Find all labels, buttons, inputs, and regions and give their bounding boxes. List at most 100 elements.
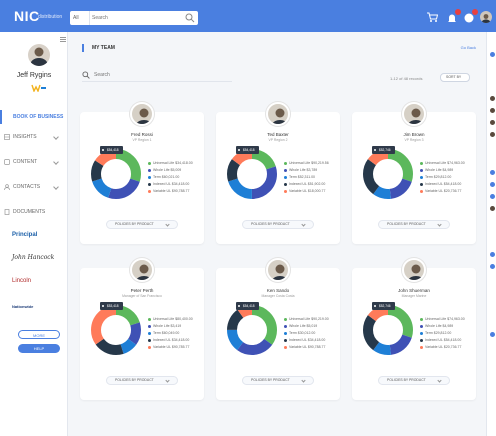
legend-item: Term $60,021.00 — [148, 174, 204, 181]
go-back-link[interactable]: Go Back — [461, 45, 476, 50]
legend-label: Variable UL $20,736.77 — [425, 345, 462, 349]
carrier-principal-logo[interactable]: Principal — [12, 232, 37, 238]
legend-label: Whole Life $4,989 — [425, 168, 454, 172]
member-name[interactable]: John Shuerman — [352, 288, 476, 293]
carrier-john-hancock-logo[interactable]: John Hancock — [12, 254, 54, 261]
carrier-lincoln-logo[interactable]: Lincoln — [12, 278, 31, 284]
rail-indicator[interactable] — [490, 194, 495, 199]
member-name[interactable]: Fred Rossi — [80, 132, 204, 137]
nav-contacts[interactable]: CONTACTS — [0, 180, 68, 194]
rail-indicator[interactable] — [490, 264, 495, 269]
contacts-icon — [4, 184, 10, 190]
member-avatar[interactable] — [402, 258, 426, 282]
member-name[interactable]: Peter Perth — [80, 288, 204, 293]
rail-indicator[interactable] — [490, 252, 495, 257]
policies-by-product-button[interactable]: POLICIES BY PRODUCT — [106, 376, 178, 385]
policies-by-product-button[interactable]: POLICIES BY PRODUCT — [242, 220, 314, 229]
rail-indicator[interactable] — [490, 120, 495, 125]
member-avatar[interactable] — [130, 258, 154, 282]
top-bar: NIC distribution All — [0, 0, 496, 32]
app-logo[interactable]: NIC — [14, 8, 40, 24]
legend-item: Whole Life $3,789 — [284, 167, 340, 174]
messages-icon[interactable] — [463, 9, 478, 23]
policies-by-product-button[interactable]: POLICIES BY PRODUCT — [378, 376, 450, 385]
help-button[interactable]: HELP — [18, 344, 60, 353]
total-value-badge: $53,418 — [100, 302, 123, 310]
member-role: Manager Costa Costa — [261, 294, 295, 298]
nav-content[interactable]: CONTENT — [0, 155, 68, 169]
member-name[interactable]: Ken Sando — [216, 288, 340, 293]
team-member-card[interactable]: Fred Rossi VP Region 1 $54,418 Universal… — [80, 102, 204, 244]
policies-by-product-button[interactable]: POLICIES BY PRODUCT — [242, 376, 314, 385]
chevron-down-icon — [437, 222, 442, 227]
nav-insights[interactable]: INSIGHTS — [0, 130, 68, 144]
chart-legend: Universal Life $34,418.00 Whole Life $5,0… — [148, 160, 204, 195]
rail-indicator[interactable] — [490, 170, 495, 175]
legend-swatch — [148, 317, 151, 321]
nav-book-of-business[interactable]: BOOK OF BUSINESS — [0, 110, 68, 124]
member-role: VP Region 2 — [268, 138, 288, 142]
menu-icon[interactable] — [60, 37, 66, 42]
team-member-card[interactable]: John Shuerman Manager Marine $52,746 Uni… — [352, 258, 476, 400]
legend-label: Term $60,021.00 — [153, 175, 180, 179]
team-search-input[interactable] — [94, 69, 224, 81]
legend-item: Indexed UL $34,418.00 — [284, 337, 340, 344]
team-member-card[interactable]: Ted Baxter VP Region 2 $54,418 Universal… — [216, 102, 340, 244]
message-badge — [472, 9, 478, 15]
legend-item: Universal Life $74,963.00 — [420, 160, 476, 167]
rail-indicator[interactable] — [490, 206, 495, 211]
profile-avatar[interactable] — [28, 44, 50, 66]
legend-label: Whole Life $3,789 — [289, 168, 318, 172]
content-icon — [4, 159, 10, 165]
legend-swatch — [284, 168, 287, 172]
app-root: NIC distribution All Jeff Rygins BOOK OF… — [0, 0, 496, 436]
rail-indicator[interactable] — [490, 182, 495, 187]
legend-label: Indexed UL $51,902.00 — [289, 182, 326, 186]
team-member-card[interactable]: Peter Perth Manager of San Francisco $53… — [80, 258, 204, 400]
sort-by-select[interactable]: SORT BY — [440, 73, 470, 82]
member-avatar[interactable] — [130, 102, 154, 126]
cart-icon[interactable] — [426, 11, 438, 23]
member-avatar[interactable] — [402, 102, 426, 126]
notifications-icon[interactable] — [446, 9, 461, 23]
member-avatar[interactable] — [266, 102, 290, 126]
rail-indicator[interactable] — [490, 332, 495, 337]
policies-by-product-button[interactable]: POLICIES BY PRODUCT — [106, 220, 178, 229]
legend-item: Whole Life $5,019 — [284, 323, 340, 330]
chevron-down-icon — [53, 184, 59, 190]
team-member-card[interactable]: Ken Sando Manager Costa Costa $54,418 Un… — [216, 258, 340, 400]
team-member-card[interactable]: Jim Brown VP Region 3 $52,746 Universal … — [352, 102, 476, 244]
policies-button-label: POLICIES BY PRODUCT — [387, 378, 426, 382]
search-filter-select[interactable]: All — [70, 11, 90, 25]
legend-label: Whole Life $3,419 — [153, 324, 182, 328]
member-role: VP Region 1 — [132, 138, 152, 142]
legend-label: Variable UL $18,000.77 — [289, 189, 326, 193]
rail-indicator[interactable] — [490, 132, 495, 137]
nav-documents[interactable]: DOCUMENTS — [0, 205, 68, 219]
legend-item: Variable UL $20,736.77 — [420, 188, 476, 195]
notification-badge — [455, 9, 461, 15]
global-search-input[interactable] — [92, 13, 182, 23]
legend-label: Variable UL $90,788.77 — [153, 189, 190, 193]
member-name[interactable]: Ted Baxter — [216, 132, 340, 137]
policy-donut-chart — [363, 305, 413, 355]
user-avatar[interactable] — [480, 11, 492, 23]
legend-swatch — [420, 168, 423, 172]
more-button[interactable]: MORE — [18, 330, 60, 339]
member-name[interactable]: Jim Brown — [352, 132, 476, 137]
legend-swatch — [284, 345, 287, 349]
legend-item: Indexed UL $34,418.00 — [148, 181, 204, 188]
page-title: MY TEAM — [92, 45, 115, 51]
member-avatar[interactable] — [266, 258, 290, 282]
policy-donut-chart — [227, 305, 277, 355]
policies-button-label: POLICIES BY PRODUCT — [387, 222, 426, 226]
carrier-nationwide-logo[interactable]: Nationwide — [12, 304, 33, 309]
rail-indicator[interactable] — [490, 96, 495, 101]
chevron-down-icon — [165, 378, 170, 383]
rail-indicator[interactable] — [490, 52, 495, 57]
chart-legend: Universal Life $74,963.00 Whole Life $4,9… — [420, 160, 476, 195]
legend-swatch — [420, 317, 423, 321]
search-icon[interactable] — [184, 12, 196, 24]
policies-by-product-button[interactable]: POLICIES BY PRODUCT — [378, 220, 450, 229]
rail-indicator[interactable] — [490, 108, 495, 113]
